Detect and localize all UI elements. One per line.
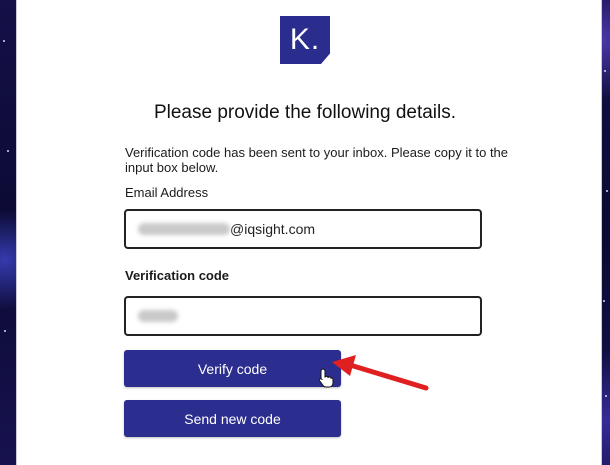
redacted-verification-code (138, 310, 178, 322)
background-star (603, 300, 605, 302)
redacted-email-user (138, 223, 230, 235)
red-arrow-annotation-icon (332, 355, 429, 391)
hand-pointer-cursor-icon (318, 368, 334, 388)
verification-code-field[interactable] (124, 296, 482, 336)
email-field[interactable]: @iqsight.com (124, 209, 482, 249)
verify-code-button[interactable]: Verify code (124, 350, 341, 387)
logo-text: K. (289, 23, 321, 56)
email-domain-text: @iqsight.com (230, 221, 316, 237)
page-title: Please provide the following details. (153, 102, 457, 123)
background-star (604, 70, 606, 72)
background-star (7, 150, 9, 152)
background-star (606, 190, 608, 192)
background-star (3, 40, 5, 42)
background-star (4, 330, 6, 332)
verification-code-label: Verification code (125, 268, 230, 283)
info-text: Verification code has been sent to your … (125, 145, 509, 175)
brand-logo: K. (280, 16, 330, 64)
send-new-code-button[interactable]: Send new code (124, 400, 341, 437)
background-star (605, 395, 607, 397)
email-label: Email Address (125, 185, 209, 200)
